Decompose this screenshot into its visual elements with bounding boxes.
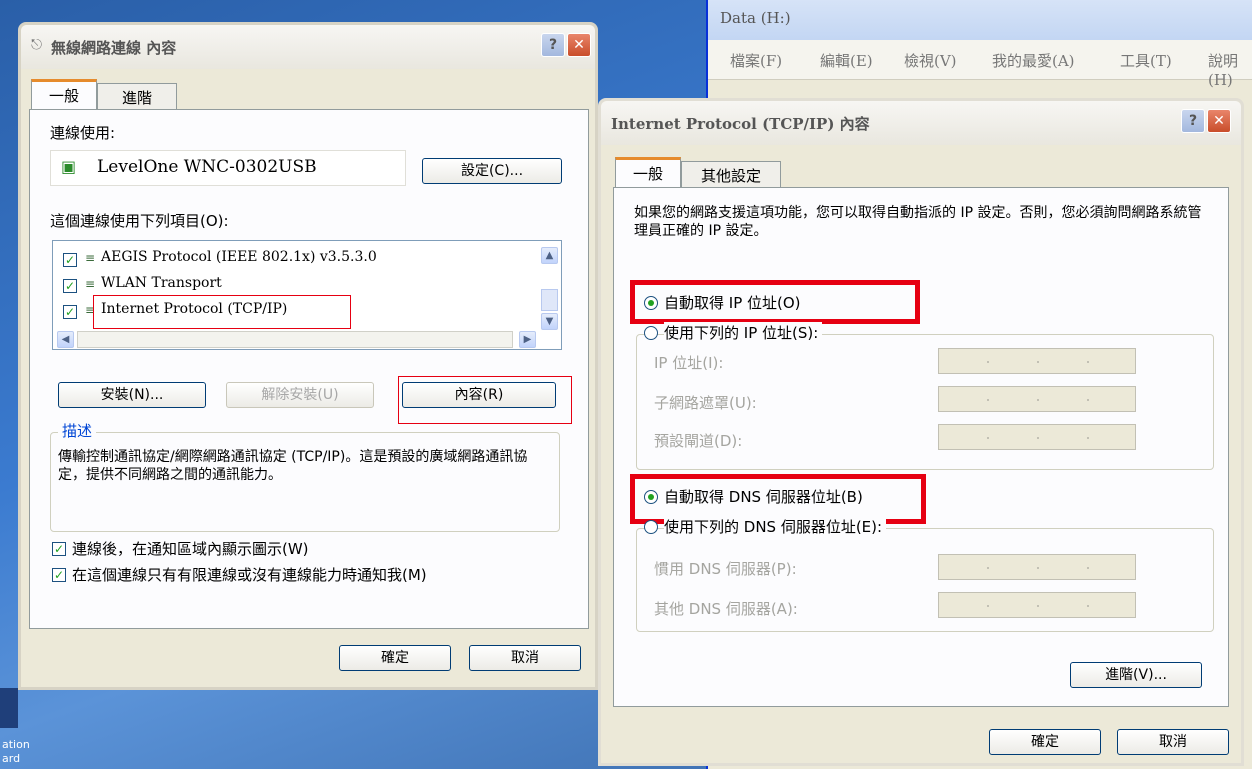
manual-dns-radio[interactable]: [644, 520, 658, 534]
preferred-dns-field: [938, 554, 1136, 580]
configure-button[interactable]: 設定(C)...: [422, 158, 562, 184]
ok-button[interactable]: 確定: [989, 729, 1101, 755]
scroll-left-button[interactable]: ◀: [57, 331, 74, 348]
cancel-button[interactable]: 取消: [1117, 729, 1229, 755]
cancel-button[interactable]: 取消: [469, 645, 581, 671]
wireless-title: 無線網路連線 內容: [51, 39, 177, 57]
tcpip-title: Internet Protocol (TCP/IP) 內容: [611, 115, 870, 133]
item-checkbox-tcpip[interactable]: ✓: [63, 305, 77, 319]
desktop-label-2: ard: [2, 752, 21, 765]
tcpip-general-panel: 如果您的網路支援這項功能，您可以取得自動指派的 IP 設定。否則，您必須詢問網路…: [613, 187, 1229, 707]
help-button[interactable]: ?: [1181, 109, 1205, 133]
item-label-wlan[interactable]: WLAN Transport: [101, 275, 222, 291]
menu-help[interactable]: 說明(H): [1208, 50, 1252, 89]
menu-favorites[interactable]: 我的最愛(A): [992, 50, 1075, 71]
close-button[interactable]: ✕: [1207, 109, 1231, 133]
show-icon-label[interactable]: 連線後，在通知區域內顯示圖示(W): [72, 538, 309, 559]
horizontal-scrollbar[interactable]: [77, 331, 513, 348]
explorer-menubar: 檔案(F) 編輯(E) 檢視(V) 我的最愛(A) 工具(T) 說明(H): [708, 40, 1252, 89]
menu-edit[interactable]: 編輯(E): [820, 50, 873, 71]
manual-dns-label[interactable]: 使用下列的 DNS 伺服器位址(E):: [664, 516, 887, 537]
manual-ip-radio[interactable]: [644, 326, 658, 340]
wireless-properties-dialog: ⎋ 無線網路連線 內容 ? ✕ 一般 進階 連線使用: ▣ LevelOne W…: [18, 22, 598, 690]
intro-text: 如果您的網路支援這項功能，您可以取得自動指派的 IP 設定。否則，您必須詢問網路…: [634, 205, 1202, 239]
tcpip-titlebar: Internet Protocol (TCP/IP) 內容 ? ✕: [601, 101, 1241, 145]
network-icon: ⎋: [31, 37, 43, 53]
desktop-shortcut-icon[interactable]: [0, 688, 18, 728]
notify-checkbox[interactable]: ✓: [52, 568, 66, 582]
scroll-up-button[interactable]: ▲: [541, 247, 558, 264]
gateway-field: [938, 424, 1136, 450]
vertical-scroll-thumb[interactable]: [541, 289, 558, 311]
adapter-icon: ▣: [61, 157, 77, 176]
tab-advanced[interactable]: 進階: [97, 83, 177, 109]
item-checkbox-aegis[interactable]: ✓: [63, 253, 77, 267]
close-button[interactable]: ✕: [567, 33, 591, 57]
ip-address-label: IP 位址(I):: [654, 354, 724, 372]
tab-general[interactable]: 一般: [31, 79, 97, 109]
ip-address-field: [938, 348, 1136, 374]
general-panel: 連線使用: ▣ LevelOne WNC-0302USB 設定(C)... 這個…: [29, 109, 589, 629]
properties-highlight-box: [398, 376, 572, 424]
description-title: 描述: [58, 420, 97, 441]
preferred-dns-label: 慣用 DNS 伺服器(P):: [654, 560, 797, 578]
tcpip-highlight-box: [93, 295, 351, 329]
subnet-mask-field: [938, 386, 1136, 412]
menu-view[interactable]: 檢視(V): [904, 50, 957, 71]
menu-tools[interactable]: 工具(T): [1120, 50, 1172, 71]
show-icon-checkbox[interactable]: ✓: [52, 542, 66, 556]
protocol-icon: ≡: [85, 277, 96, 291]
manual-ip-label[interactable]: 使用下列的 IP 位址(S):: [664, 322, 823, 343]
help-button[interactable]: ?: [541, 33, 565, 57]
item-checkbox-wlan[interactable]: ✓: [63, 279, 77, 293]
ok-button[interactable]: 確定: [339, 645, 451, 671]
alternate-dns-label: 其他 DNS 伺服器(A):: [654, 600, 798, 618]
auto-ip-highlight-box: [630, 280, 920, 324]
subnet-mask-label: 子網路遮罩(U):: [654, 394, 757, 412]
scroll-down-button[interactable]: ▼: [541, 313, 558, 330]
explorer-title: Data (H:): [720, 9, 791, 27]
item-label-aegis[interactable]: AEGIS Protocol (IEEE 802.1x) v3.5.3.0: [101, 249, 377, 265]
notify-label[interactable]: 在這個連線只有有限連線或沒有連線能力時通知我(M): [72, 564, 427, 585]
description-text: 傳輸控制通訊協定/網際網路通訊協定 (TCP/IP)。這是預設的廣域網路通訊協定…: [58, 449, 528, 483]
adapter-name: LevelOne WNC-0302USB: [97, 157, 317, 177]
install-button[interactable]: 安裝(N)...: [58, 382, 206, 408]
connect-using-label: 連線使用:: [50, 124, 116, 142]
adapter-box: ▣ LevelOne WNC-0302USB: [50, 150, 406, 186]
menu-file[interactable]: 檔案(F): [730, 50, 782, 71]
gateway-label: 預設閘道(D):: [654, 432, 743, 450]
wireless-titlebar: ⎋ 無線網路連線 內容 ? ✕: [21, 25, 595, 69]
alternate-dns-field: [938, 592, 1136, 618]
tab-alternate-config[interactable]: 其他設定: [681, 161, 781, 187]
scroll-right-button[interactable]: ▶: [519, 331, 536, 348]
components-list[interactable]: ✓ ≡ AEGIS Protocol (IEEE 802.1x) v3.5.3.…: [52, 240, 562, 350]
tcpip-properties-dialog: Internet Protocol (TCP/IP) 內容 ? ✕ 一般 其他設…: [598, 98, 1244, 766]
uninstall-button: 解除安裝(U): [226, 382, 374, 408]
protocol-icon: ≡: [85, 251, 96, 265]
desktop-label-1: ation: [2, 738, 30, 751]
advanced-button[interactable]: 進階(V)...: [1070, 662, 1202, 688]
tab-general[interactable]: 一般: [615, 157, 681, 187]
items-label: 這個連線使用下列項目(O):: [50, 212, 229, 230]
explorer-titlebar: Data (H:): [708, 0, 1252, 40]
